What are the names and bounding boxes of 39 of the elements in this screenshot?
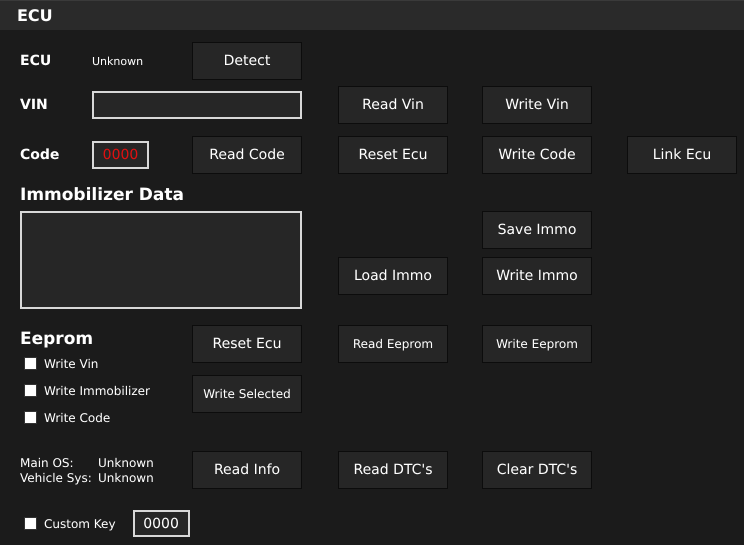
info-value: Unknown <box>98 456 154 470</box>
action-button[interactable]: Save Immo <box>482 211 592 249</box>
checkbox-label: Custom Key <box>44 516 116 530</box>
action-button[interactable]: Reset Ecu <box>192 325 302 363</box>
checkbox[interactable] <box>24 384 37 397</box>
action-button[interactable]: Read Code <box>192 136 302 174</box>
ecu-value: Unknown <box>92 54 144 68</box>
action-button[interactable]: Reset Ecu <box>338 136 448 174</box>
vin-field[interactable] <box>92 91 302 119</box>
action-button[interactable]: Read Vin <box>338 86 448 124</box>
action-button[interactable]: Detect <box>192 42 302 80</box>
action-button[interactable]: Read DTC's <box>338 451 448 489</box>
checkbox-label: Write Code <box>44 410 110 424</box>
checkbox-label: Write Vin <box>44 356 98 370</box>
action-button[interactable]: Load Immo <box>338 257 448 295</box>
info-label: Main OS: <box>20 456 75 470</box>
checkbox-label: Write Immobilizer <box>44 384 150 398</box>
action-button[interactable]: Write Selected <box>192 375 302 413</box>
action-button[interactable]: Link Ecu <box>627 136 737 174</box>
vin-label: VIN <box>20 97 48 113</box>
section-title: Eeprom <box>20 329 94 349</box>
checkbox[interactable] <box>24 517 37 530</box>
custom-key-field[interactable]: 0000 <box>132 510 190 537</box>
action-button[interactable]: Write Code <box>482 136 592 174</box>
action-button[interactable]: Write Eeprom <box>482 325 592 363</box>
info-value: Unknown <box>98 470 154 484</box>
info-label: Vehicle Sys: <box>20 470 93 484</box>
action-button[interactable]: Read Info <box>192 451 302 489</box>
checkbox[interactable] <box>24 411 37 424</box>
checkbox[interactable] <box>24 357 37 370</box>
section-title: Immobilizer Data <box>20 185 184 205</box>
action-button[interactable]: Write Immo <box>482 257 592 295</box>
action-button[interactable]: Clear DTC's <box>482 451 592 489</box>
immobilizer-data-field[interactable] <box>20 211 302 309</box>
panel-header: ECU <box>0 0 744 30</box>
ecu-label: ECU <box>20 53 52 69</box>
code-label: Code <box>20 147 60 163</box>
action-button[interactable]: Write Vin <box>482 86 592 124</box>
action-button[interactable]: Read Eeprom <box>338 325 448 363</box>
